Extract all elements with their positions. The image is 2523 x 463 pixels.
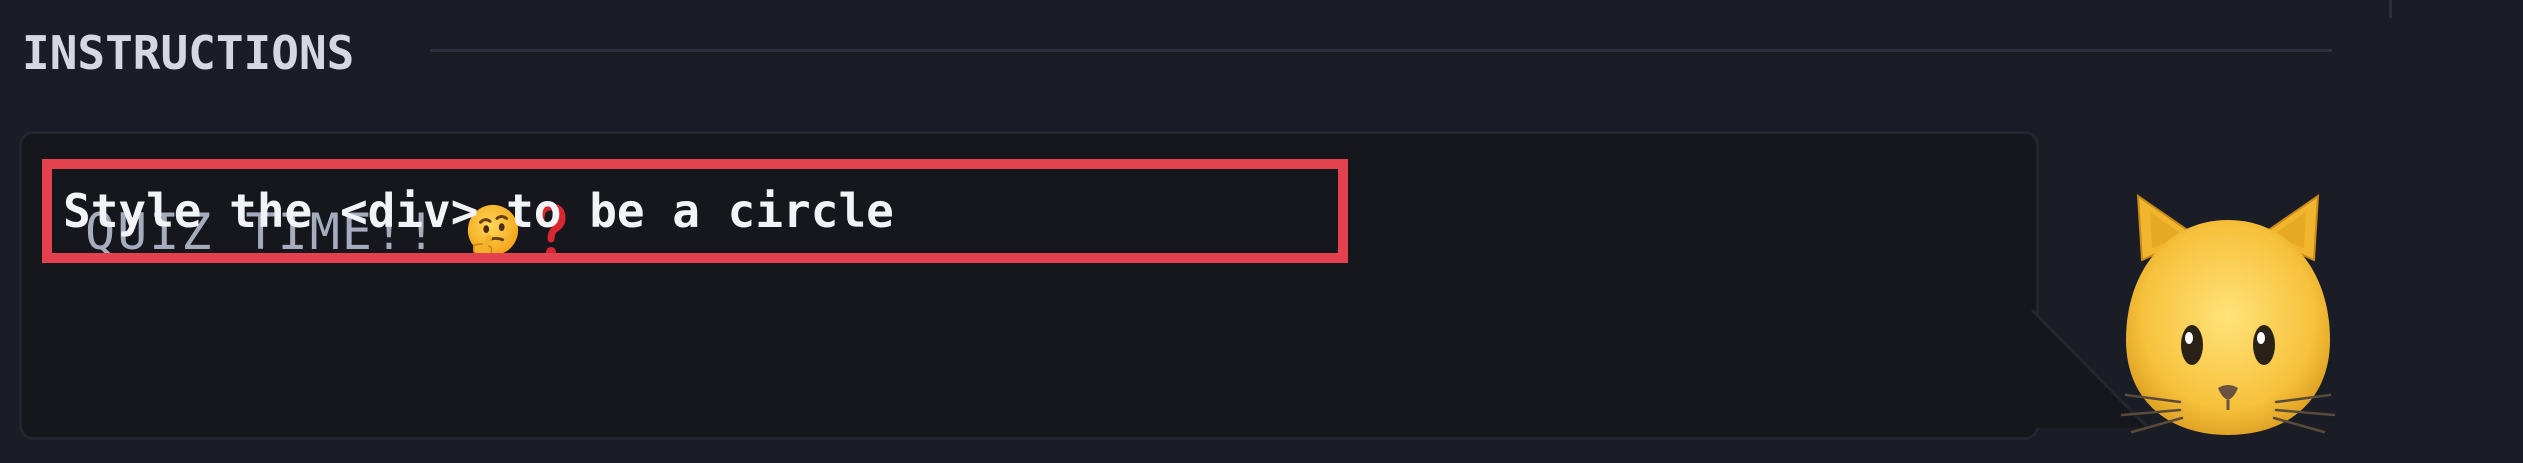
divider-line — [2389, 0, 2392, 18]
section-title: INSTRUCTIONS — [22, 26, 355, 80]
instructions-panel: INSTRUCTIONS QUIZ TIME!! Style the <div>… — [0, 0, 2523, 463]
cat-face-icon — [2118, 190, 2338, 440]
section-divider — [430, 49, 2332, 52]
question-text: Style the <div> to be a circle — [63, 184, 894, 238]
section-header: INSTRUCTIONS — [22, 18, 2332, 88]
